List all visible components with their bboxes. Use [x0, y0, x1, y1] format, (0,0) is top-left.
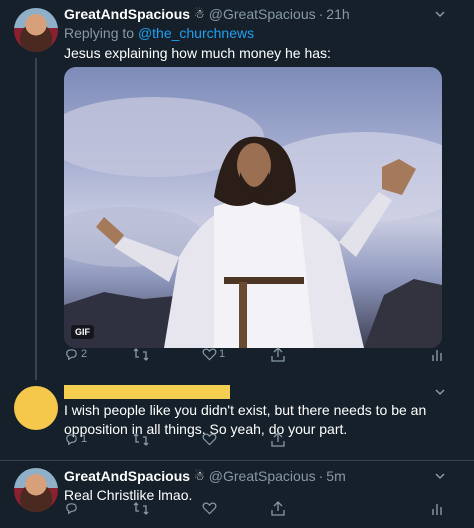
reply-icon [66, 348, 77, 360]
chevron-down-icon[interactable] [434, 386, 446, 401]
share-icon [271, 346, 285, 362]
avatar[interactable] [14, 468, 58, 512]
snowman-emoji: ☃ [194, 7, 205, 21]
tweet-text: I wish people like you didn't exist, but… [64, 402, 427, 437]
like-button[interactable] [202, 501, 217, 515]
reply-to-handle-link[interactable]: @the_churchnews [138, 25, 254, 41]
reply-button[interactable] [64, 501, 79, 516]
display-name[interactable]: GreatAndSpacious [64, 468, 190, 484]
analytics-icon [432, 349, 442, 361]
avatar-image [14, 468, 58, 512]
timestamp[interactable]: 5m [326, 468, 345, 484]
avatar-image [14, 8, 58, 52]
separator: · [318, 6, 324, 22]
tweet-header: GreatAndSpacious ☃ @GreatSpacious · 5m [64, 468, 346, 484]
reply-icon [66, 433, 77, 445]
like-button[interactable] [202, 432, 217, 446]
redacted-name-bar [64, 385, 230, 399]
analytics-button[interactable] [432, 348, 442, 361]
like-icon [202, 433, 217, 446]
share-button[interactable] [271, 346, 285, 362]
divider [0, 460, 474, 461]
retweet-button[interactable] [133, 501, 149, 516]
jesus-gif-image [64, 97, 442, 348]
retweet-button[interactable] [133, 347, 149, 362]
snowman-emoji: ☃ [194, 469, 205, 483]
tweet-text: Real Christlike lmao. [64, 487, 193, 503]
reply-count: 1 [81, 433, 88, 445]
replying-to: Replying to @the_churchnews [64, 25, 254, 41]
user-handle[interactable]: @GreatSpacious [209, 468, 316, 484]
chevron-down-icon[interactable] [434, 470, 446, 485]
reply-icon [66, 502, 77, 514]
retweet-button[interactable] [133, 432, 149, 447]
gif-badge: GIF [71, 325, 94, 339]
gif-media[interactable]: GIF [64, 67, 442, 348]
like-button[interactable]: 1 [202, 347, 225, 361]
retweet-icon [133, 501, 149, 515]
timestamp[interactable]: 21h [326, 6, 349, 22]
tweet-header: GreatAndSpacious ☃ @GreatSpacious · 21h [64, 6, 350, 22]
retweet-icon [133, 347, 149, 361]
thread-connector [35, 58, 37, 380]
reply-button[interactable]: 2 [64, 347, 87, 362]
replying-to-label: Replying to [64, 25, 138, 41]
share-icon [271, 431, 285, 447]
avatar[interactable] [14, 8, 58, 52]
retweet-icon [133, 432, 149, 446]
tweet-text: Jesus explaining how much money he has: [64, 45, 331, 61]
analytics-button[interactable] [432, 502, 442, 515]
chevron-down-icon[interactable] [434, 8, 446, 23]
share-button[interactable] [271, 431, 285, 447]
share-button[interactable] [271, 500, 285, 516]
analytics-icon [432, 503, 442, 515]
reply-button[interactable]: 1 [64, 432, 87, 447]
share-icon [271, 500, 285, 516]
like-icon [202, 502, 217, 515]
display-name[interactable]: GreatAndSpacious [64, 6, 190, 22]
separator: · [318, 468, 324, 484]
user-handle[interactable]: @GreatSpacious [209, 6, 316, 22]
reply-count: 2 [81, 348, 88, 360]
avatar-redacted[interactable] [14, 386, 58, 430]
like-icon [202, 348, 217, 361]
like-count: 1 [219, 348, 226, 360]
